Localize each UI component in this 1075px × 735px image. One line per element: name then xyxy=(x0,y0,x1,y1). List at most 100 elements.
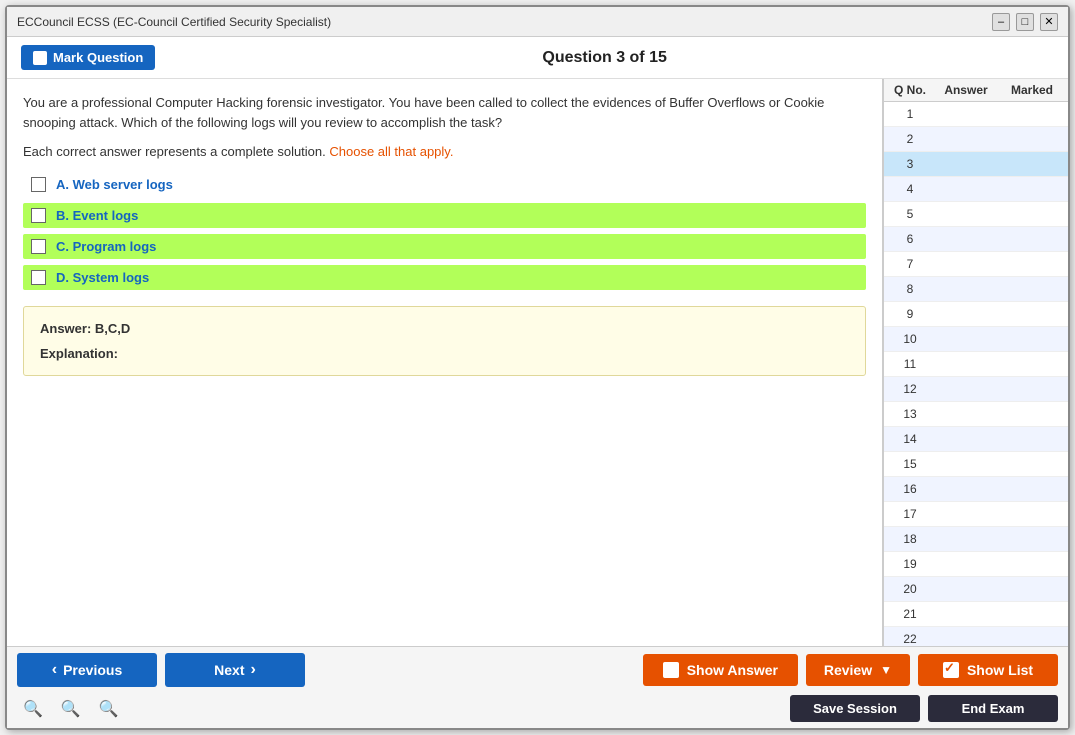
prev-arrow-icon: ‹ xyxy=(52,661,57,679)
previous-button[interactable]: ‹ Previous xyxy=(17,653,157,687)
sidebar-cell-qno: 21 xyxy=(890,604,930,624)
option-d-checkbox[interactable] xyxy=(31,270,46,285)
sidebar-row[interactable]: 20 xyxy=(884,577,1068,602)
sidebar-cell-answer xyxy=(930,479,1002,499)
sidebar-cell-qno: 18 xyxy=(890,529,930,549)
sidebar-cell-marked xyxy=(1002,429,1062,449)
sidebar-row[interactable]: 18 xyxy=(884,527,1068,552)
end-exam-button[interactable]: End Exam xyxy=(928,695,1058,722)
sidebar-cell-answer xyxy=(930,204,1002,224)
zoom-out-button[interactable]: 🔍 xyxy=(17,697,49,721)
sidebar-row[interactable]: 6 xyxy=(884,227,1068,252)
sidebar-row[interactable]: 5 xyxy=(884,202,1068,227)
sidebar-row[interactable]: 2 xyxy=(884,127,1068,152)
sidebar-cell-marked xyxy=(1002,254,1062,274)
sidebar-cell-marked xyxy=(1002,354,1062,374)
sidebar-col-answer: Answer xyxy=(930,83,1002,97)
window-title: ECCouncil ECSS (EC-Council Certified Sec… xyxy=(17,15,331,29)
zoom-reset-button[interactable]: 🔍 xyxy=(55,697,87,721)
sidebar-row[interactable]: 13 xyxy=(884,402,1068,427)
sidebar-row[interactable]: 19 xyxy=(884,552,1068,577)
sidebar-row[interactable]: 9 xyxy=(884,302,1068,327)
sidebar-cell-marked xyxy=(1002,504,1062,524)
sidebar-row[interactable]: 11 xyxy=(884,352,1068,377)
mark-question-button[interactable]: Mark Question xyxy=(21,45,155,70)
option-b-label: B. Event logs xyxy=(56,208,138,223)
sidebar-cell-marked xyxy=(1002,279,1062,299)
previous-label: Previous xyxy=(63,662,122,678)
sidebar-cell-marked xyxy=(1002,579,1062,599)
sidebar-cell-qno: 7 xyxy=(890,254,930,274)
option-a-checkbox[interactable] xyxy=(31,177,46,192)
sidebar-row[interactable]: 22 xyxy=(884,627,1068,646)
sidebar-cell-qno: 9 xyxy=(890,304,930,324)
option-b-row[interactable]: B. Event logs xyxy=(23,203,866,228)
next-button[interactable]: Next › xyxy=(165,653,305,687)
maximize-button[interactable]: □ xyxy=(1016,13,1034,31)
sidebar-cell-answer xyxy=(930,579,1002,599)
mark-checkbox-icon xyxy=(33,51,47,65)
sidebar-row[interactable]: 10 xyxy=(884,327,1068,352)
bottom-bar: ‹ Previous Next › Show Answer Review ▼ xyxy=(7,646,1068,728)
zoom-in-button[interactable]: 🔍 xyxy=(93,697,125,721)
question-title: Question 3 of 15 xyxy=(155,49,1054,67)
choose-text: Choose all that apply. xyxy=(329,144,453,159)
option-c-row[interactable]: C. Program logs xyxy=(23,234,866,259)
sidebar-cell-answer xyxy=(930,629,1002,646)
sidebar-cell-qno: 20 xyxy=(890,579,930,599)
sidebar-cell-qno: 2 xyxy=(890,129,930,149)
explanation-line: Explanation: xyxy=(40,346,849,361)
sidebar-cell-marked xyxy=(1002,479,1062,499)
sidebar-row[interactable]: 16 xyxy=(884,477,1068,502)
option-a-row[interactable]: A. Web server logs xyxy=(23,172,866,197)
sidebar-cell-answer xyxy=(930,154,1002,174)
show-list-button[interactable]: Show List xyxy=(918,654,1058,686)
sidebar-cell-marked xyxy=(1002,204,1062,224)
sidebar-col-marked: Marked xyxy=(1002,83,1062,97)
sidebar-cell-answer xyxy=(930,429,1002,449)
sidebar-cell-answer xyxy=(930,104,1002,124)
sidebar-cell-qno: 15 xyxy=(890,454,930,474)
option-c-checkbox[interactable] xyxy=(31,239,46,254)
sidebar-cell-marked xyxy=(1002,179,1062,199)
show-answer-button[interactable]: Show Answer xyxy=(643,654,798,686)
sidebar-cell-answer xyxy=(930,354,1002,374)
sidebar-row[interactable]: 15 xyxy=(884,452,1068,477)
sidebar-row[interactable]: 4 xyxy=(884,177,1068,202)
sidebar-cell-qno: 14 xyxy=(890,429,930,449)
sidebar-cell-qno: 8 xyxy=(890,279,930,299)
save-session-button[interactable]: Save Session xyxy=(790,695,920,722)
sidebar-row[interactable]: 8 xyxy=(884,277,1068,302)
sidebar-row[interactable]: 12 xyxy=(884,377,1068,402)
next-label: Next xyxy=(214,662,244,678)
option-c-label: C. Program logs xyxy=(56,239,156,254)
sidebar-row[interactable]: 21 xyxy=(884,602,1068,627)
option-b-checkbox[interactable] xyxy=(31,208,46,223)
sidebar-cell-marked xyxy=(1002,554,1062,574)
sidebar-cell-answer xyxy=(930,254,1002,274)
minimize-button[interactable]: – xyxy=(992,13,1010,31)
sidebar-row[interactable]: 17 xyxy=(884,502,1068,527)
review-button[interactable]: Review ▼ xyxy=(806,654,910,686)
sidebar-cell-answer xyxy=(930,179,1002,199)
top-bar: Mark Question Question 3 of 15 xyxy=(7,37,1068,79)
zoom-controls: 🔍 🔍 🔍 xyxy=(17,697,125,721)
close-button[interactable]: ✕ xyxy=(1040,13,1058,31)
sidebar-row[interactable]: 14 xyxy=(884,427,1068,452)
sidebar-cell-answer xyxy=(930,129,1002,149)
answer-line: Answer: B,C,D xyxy=(40,321,849,336)
sidebar-cell-qno: 19 xyxy=(890,554,930,574)
option-d-row[interactable]: D. System logs xyxy=(23,265,866,290)
sidebar-row[interactable]: 3 xyxy=(884,152,1068,177)
sidebar-cell-answer xyxy=(930,529,1002,549)
show-list-label: Show List xyxy=(967,662,1033,678)
sidebar-row[interactable]: 1 xyxy=(884,102,1068,127)
next-arrow-icon: › xyxy=(251,661,256,679)
sidebar-cell-answer xyxy=(930,304,1002,324)
sidebar-row[interactable]: 7 xyxy=(884,252,1068,277)
show-answer-checkbox-icon xyxy=(663,662,679,678)
sidebar-cell-answer xyxy=(930,279,1002,299)
sidebar-cell-qno: 12 xyxy=(890,379,930,399)
sidebar-header: Q No. Answer Marked xyxy=(884,79,1068,102)
question-text: You are a professional Computer Hacking … xyxy=(23,93,866,132)
